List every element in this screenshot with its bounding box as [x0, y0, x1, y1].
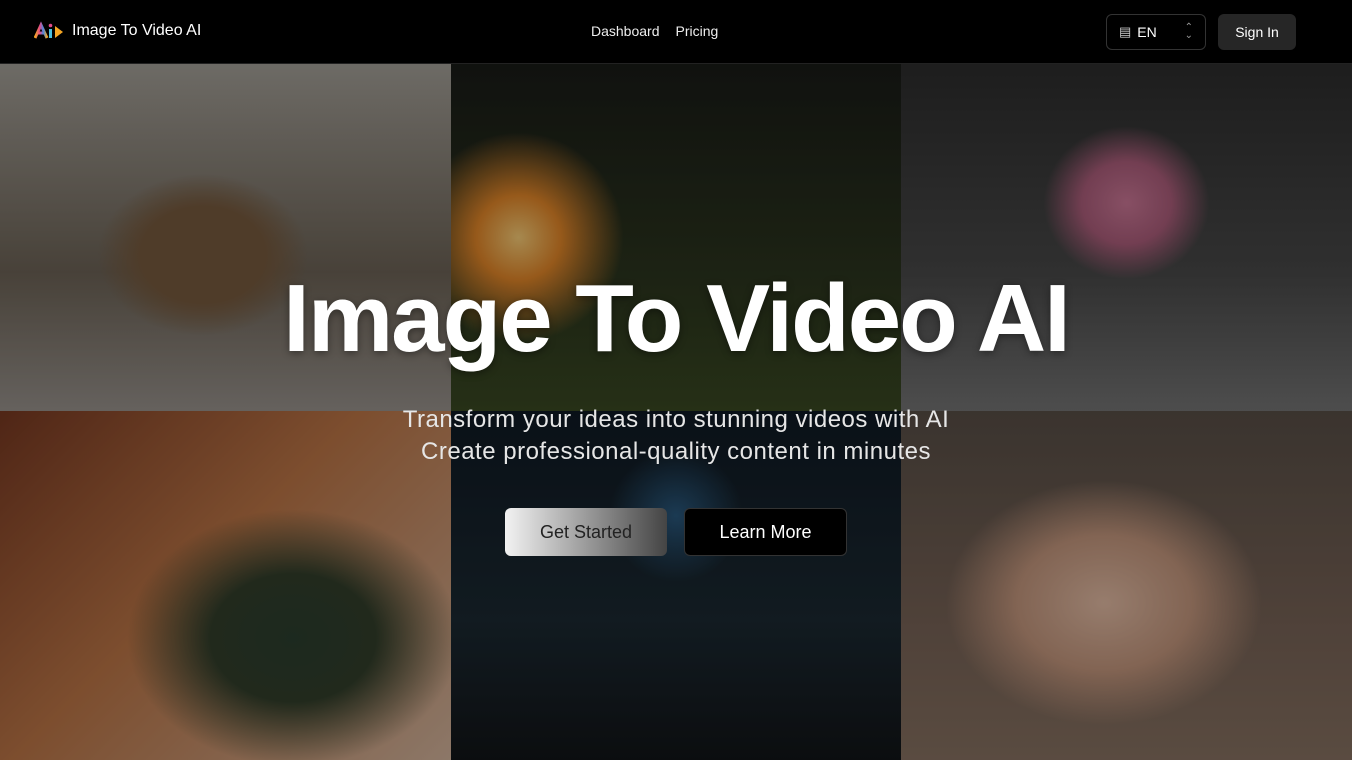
sign-in-button[interactable]: Sign In — [1218, 14, 1296, 50]
top-nav: Image To Video AI Dashboard Pricing ▤ EN… — [0, 0, 1352, 64]
hero-subtitle-line-1: Transform your ideas into stunning video… — [402, 406, 950, 433]
us-flag-icon: ▤ — [1119, 24, 1132, 39]
language-select[interactable]: ▤ EN ⌃ ⌄ — [1106, 14, 1206, 50]
language-value: EN — [1137, 24, 1157, 40]
nav-link-pricing[interactable]: Pricing — [676, 23, 719, 39]
chevron-up-down-icon: ⌃ ⌄ — [1184, 22, 1193, 41]
hero-subtitle-line-2: Create professional-quality content in m… — [421, 438, 931, 465]
hero-title: Image To Video AI — [283, 265, 1071, 372]
logo-icon — [34, 21, 63, 39]
logo-link[interactable]: Image To Video AI — [34, 20, 201, 42]
hero-section: Image To Video AI Transform your ideas i… — [0, 64, 1352, 760]
brand-name: Image To Video AI — [72, 22, 202, 39]
learn-more-button[interactable]: Learn More — [684, 508, 847, 556]
nav-link-dashboard[interactable]: Dashboard — [591, 23, 660, 39]
get-started-button[interactable]: Get Started — [505, 508, 667, 556]
